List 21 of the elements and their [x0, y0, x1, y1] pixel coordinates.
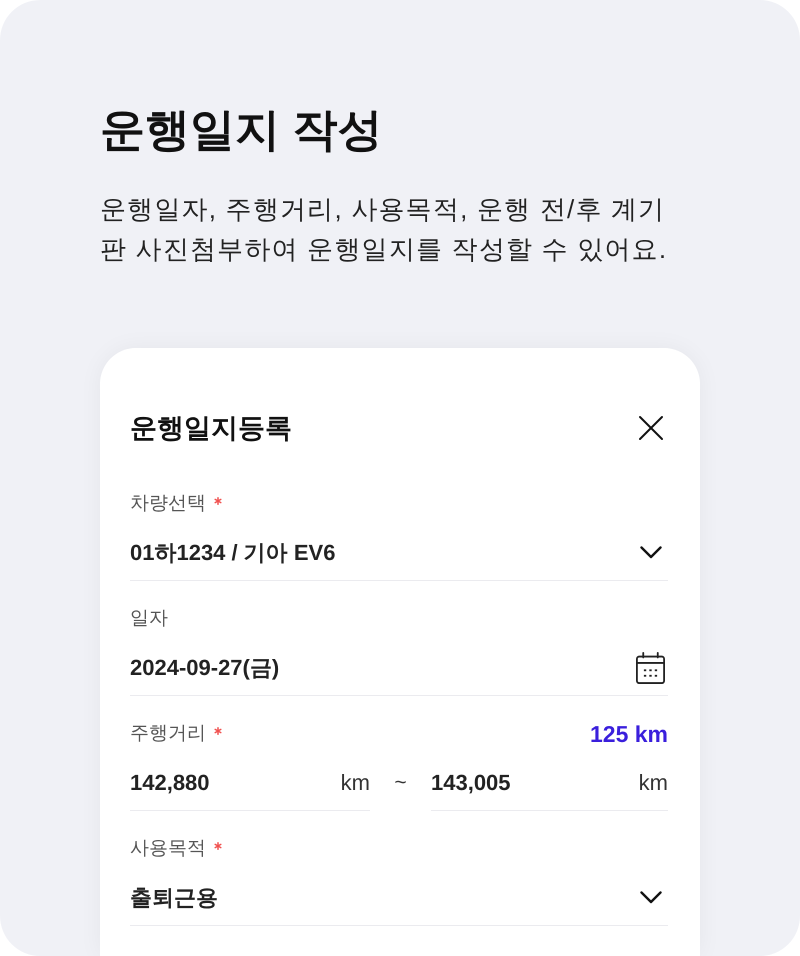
close-button[interactable]: [638, 415, 664, 441]
close-icon: [638, 415, 664, 441]
dialog-title: 운행일지등록: [130, 412, 292, 445]
page-title: 운행일지 작성: [100, 103, 383, 157]
field-label: 일자: [130, 607, 168, 631]
field-label: 사용목적: [130, 837, 206, 861]
dropdown-field[interactable]: 출퇴근용: [130, 882, 668, 926]
distance-total: 125 km: [590, 721, 668, 747]
odometer-field[interactable]: 143,005 km: [431, 767, 668, 811]
date-field[interactable]: 2024-09-27(금): [130, 652, 668, 696]
field-label: 주행거리: [130, 722, 206, 746]
calendar-icon: [636, 652, 665, 684]
range-separator: ~: [393, 770, 408, 796]
dropdown-field[interactable]: 01하1234 / 기아 EV6: [130, 537, 668, 581]
unit-label: km: [638, 768, 668, 796]
chevron-down-icon: [640, 546, 662, 559]
unit-label: km: [340, 768, 370, 796]
chevron-down-icon: [640, 891, 662, 904]
field-label: 차량선택: [130, 492, 206, 516]
odometer-field[interactable]: 142,880 km: [130, 767, 370, 811]
page-description: 운행일자, 주행거리, 사용목적, 운행 전/후 계기판 사진첨부하여 운행일지를 작성할 수 있어요.: [100, 193, 668, 266]
